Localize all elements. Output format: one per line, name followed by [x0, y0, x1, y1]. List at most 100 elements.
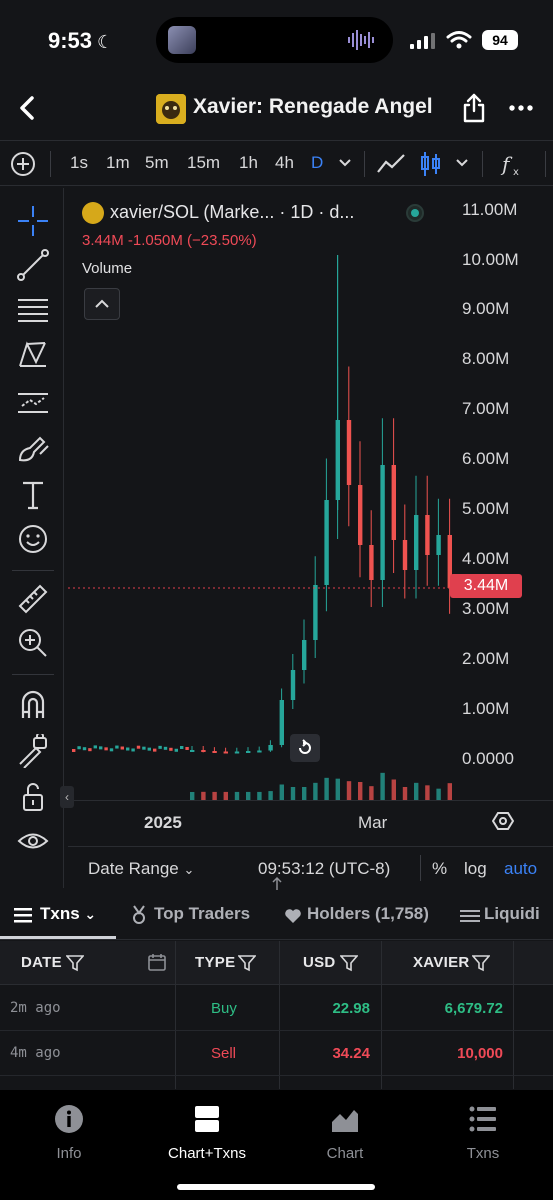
auto-scale-toggle[interactable]: auto — [504, 859, 537, 879]
volume-bar — [290, 787, 296, 800]
emoji-icon[interactable] — [16, 522, 50, 556]
tab-top-traders[interactable]: Top Traders — [154, 904, 250, 924]
nav-info[interactable]: Info — [19, 1104, 119, 1162]
candle-body — [358, 485, 363, 545]
ruler-icon[interactable] — [16, 582, 50, 616]
indicators-fx-icon[interactable]: fx — [500, 149, 524, 179]
volume-bar — [414, 782, 419, 800]
crosshair-icon[interactable] — [16, 204, 50, 238]
column-header-date[interactable]: DATE — [21, 954, 62, 971]
lock-drawing-icon[interactable] — [16, 734, 50, 768]
y-tick: 6.00M — [462, 449, 510, 468]
timeframe-1s[interactable]: 1s — [70, 153, 88, 173]
candle-early — [158, 745, 162, 749]
candlestick-chart[interactable] — [68, 188, 553, 888]
add-indicator-icon[interactable] — [10, 151, 36, 177]
price-chart[interactable]: xavier/SOL (Marke... · 1D · d... 3.44M -… — [60, 188, 553, 888]
candle-early — [180, 746, 184, 749]
volume-bar — [335, 778, 340, 800]
pattern-icon[interactable] — [16, 338, 50, 372]
chart-settings-icon[interactable] — [492, 810, 514, 832]
volume-bar — [223, 791, 228, 800]
candle-early — [142, 746, 146, 750]
magnet-icon[interactable] — [16, 688, 50, 722]
filter-icon[interactable] — [472, 954, 490, 972]
candle-body — [257, 750, 262, 753]
line-chart-icon[interactable] — [376, 152, 406, 176]
candle-early — [126, 747, 130, 751]
percent-scale-toggle[interactable]: % — [432, 859, 447, 879]
chart-toolbar: 1s 1m 5m 15m 1h 4h D fx — [0, 140, 553, 186]
timeframe-1h[interactable]: 1h — [239, 153, 258, 173]
tab-txns[interactable]: Txns ⌄ — [40, 904, 96, 924]
expand-tools-handle[interactable]: ‹ — [60, 786, 74, 808]
column-header-xavier[interactable]: XAVIER — [413, 954, 470, 971]
timeframe-1m[interactable]: 1m — [106, 153, 130, 173]
column-header-usd[interactable]: USD — [303, 954, 336, 971]
y-tick: 2.00M — [462, 649, 510, 668]
calendar-icon[interactable] — [148, 953, 166, 971]
candle-body — [324, 500, 329, 585]
candle-body — [190, 750, 195, 752]
chart-type-dropdown-icon[interactable] — [455, 158, 469, 168]
home-indicator — [177, 1184, 375, 1190]
visibility-eye-icon[interactable] — [16, 824, 50, 858]
txn-type: Sell — [211, 1045, 237, 1062]
candle-body — [302, 640, 307, 670]
timeframe-15m[interactable]: 15m — [187, 153, 220, 173]
battery-level: 94 — [482, 30, 518, 50]
trend-line-icon[interactable] — [16, 248, 50, 282]
candle-body — [436, 535, 441, 555]
y-tick: 4.00M — [462, 549, 510, 568]
candlestick-icon[interactable] — [418, 150, 444, 178]
table-row[interactable]: 2m ago Buy 22.98 6,679.72 — [0, 986, 553, 1031]
candle-early — [72, 749, 76, 752]
volume-bar — [324, 777, 329, 800]
more-options-icon[interactable] — [508, 98, 534, 118]
brush-icon[interactable] — [16, 432, 50, 466]
token-avatar — [156, 94, 186, 124]
candle-early — [99, 746, 103, 750]
candle-early — [115, 745, 119, 749]
unlock-icon[interactable] — [16, 780, 50, 814]
volume-bar — [201, 791, 206, 800]
tools-divider — [12, 674, 54, 675]
zoom-in-icon[interactable] — [16, 626, 50, 660]
status-time: 9:53 ☾ — [48, 28, 114, 53]
back-arrow-icon[interactable] — [14, 92, 42, 124]
x-axis-divider — [68, 800, 553, 801]
svg-text:x: x — [513, 167, 519, 178]
nav-chart-txns[interactable]: Chart+Txns — [157, 1104, 257, 1162]
timeframe-d[interactable]: D — [311, 153, 323, 173]
candle-body — [223, 751, 228, 754]
share-icon[interactable] — [460, 92, 488, 124]
timeframe-5m[interactable]: 5m — [145, 153, 169, 173]
filter-icon[interactable] — [66, 954, 84, 972]
text-tool-icon[interactable] — [16, 478, 50, 512]
volume-label: Volume — [82, 260, 133, 277]
prediction-icon[interactable] — [16, 386, 50, 420]
candle-early — [169, 747, 173, 751]
candle-early — [77, 746, 81, 750]
tab-holders[interactable]: Holders (1,758) — [307, 904, 429, 924]
reset-chart-button[interactable] — [290, 734, 320, 762]
column-header-type[interactable]: TYPE — [195, 954, 235, 971]
collapse-legend-button[interactable] — [84, 288, 120, 320]
date-range-dropdown[interactable]: Date Range ⌄ — [88, 859, 194, 879]
candle-early — [82, 747, 87, 751]
fib-retracement-icon[interactable] — [16, 294, 50, 328]
split-view-icon — [195, 1106, 219, 1132]
current-price-tag: 3.44M — [450, 574, 522, 598]
info-icon — [55, 1105, 83, 1133]
timeframe-dropdown-icon[interactable] — [338, 158, 352, 168]
nav-chart[interactable]: Chart — [295, 1104, 395, 1162]
drawing-tools-sidebar — [0, 188, 64, 888]
nav-txns[interactable]: Txns — [433, 1104, 533, 1162]
table-row[interactable]: 4m ago Sell 34.24 10,000 — [0, 1031, 553, 1076]
log-scale-toggle[interactable]: log — [464, 859, 487, 879]
volume-bar — [402, 787, 408, 800]
filter-icon[interactable] — [340, 954, 358, 972]
tab-liquidity[interactable]: Liquidi — [484, 904, 540, 924]
filter-icon[interactable] — [238, 954, 256, 972]
timeframe-4h[interactable]: 4h — [275, 153, 294, 173]
